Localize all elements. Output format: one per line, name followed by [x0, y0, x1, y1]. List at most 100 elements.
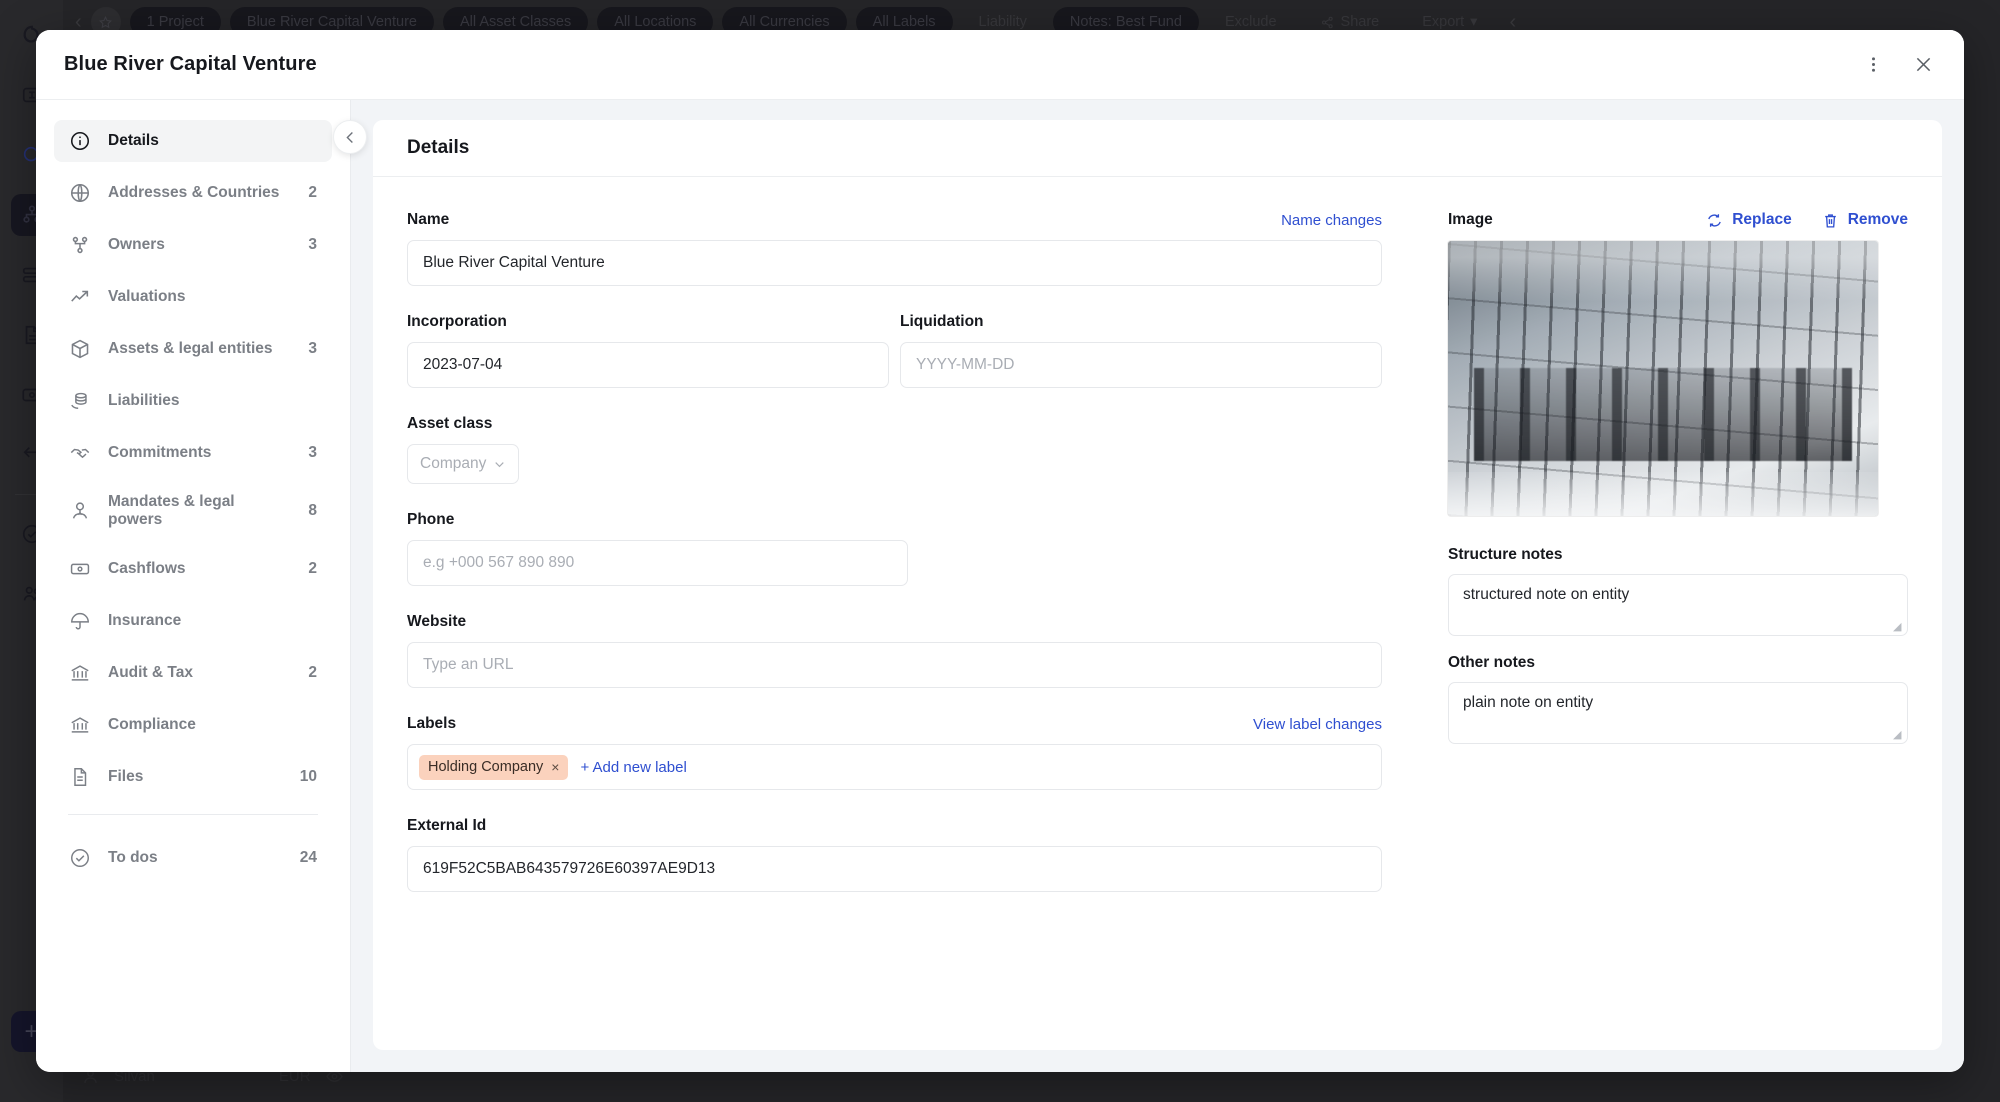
view-label-changes-link[interactable]: View label changes — [1253, 716, 1382, 733]
form-left-column: Name Name changes Blue River Capital Ven… — [407, 211, 1382, 919]
sidebar-item-label: Mandates & legal powers — [108, 492, 235, 528]
sidebar-item-to-dos[interactable]: To dos 24 — [54, 837, 332, 879]
liquidation-input[interactable]: YYYY-MM-DD — [900, 342, 1382, 388]
other-notes-group: Other notes plain note on entity ◢ — [1448, 654, 1908, 744]
sidebar-item-owners[interactable]: Owners 3 — [54, 224, 332, 266]
sidebar-item-assets-legal-entities[interactable]: Assets & legal entities 3 — [54, 328, 332, 370]
remove-image-label: Remove — [1847, 211, 1908, 228]
sidebar-item-files[interactable]: Files 10 — [54, 756, 332, 798]
structure-notes-label: Structure notes — [1448, 546, 1563, 563]
asset-class-value: Company — [420, 455, 487, 472]
website-input[interactable]: Type an URL — [407, 642, 1382, 688]
sidebar-item-count: 8 — [308, 502, 317, 519]
trend-up-icon — [68, 286, 91, 309]
sidebar-item-addresses-countries[interactable]: Addresses & Countries 2 — [54, 172, 332, 214]
asset-class-select[interactable]: Company — [407, 444, 520, 484]
hierarchy-icon — [68, 234, 91, 257]
other-notes-textarea[interactable]: plain note on entity ◢ — [1448, 682, 1908, 744]
handshake-icon — [68, 442, 91, 465]
incorporation-field-group: Incorporation 2023-07-04 — [407, 313, 889, 388]
modal-body: Details Addresses & Countries 2 Owners 3 — [36, 100, 1964, 1072]
sidebar-item-count: 2 — [308, 184, 317, 201]
asset-class-label: Asset class — [407, 415, 493, 432]
incorporation-label: Incorporation — [407, 313, 507, 330]
phone-field-group: Phone e.g +000 567 890 890 — [407, 511, 1382, 586]
external-id-input[interactable]: 619F52C5BAB643579726E60397AE9D13 — [407, 846, 1382, 892]
replace-image-label: Replace — [1732, 211, 1792, 228]
sidebar-item-label: Details — [108, 131, 159, 149]
remove-image-button[interactable]: Remove — [1822, 211, 1908, 229]
sidebar-item-label: Liabilities — [108, 391, 180, 409]
asset-class-field-group: Asset class Company — [407, 415, 1382, 484]
sidebar-item-insurance[interactable]: Insurance — [54, 600, 332, 642]
details-panel: Details Name Name changes Blue River Cap… — [373, 120, 1942, 1050]
trash-icon — [1824, 213, 1836, 228]
page-title: Details — [407, 137, 470, 158]
sidebar-item-count: 2 — [308, 560, 317, 577]
sidebar-item-compliance[interactable]: Compliance — [54, 704, 332, 746]
refresh-icon — [1708, 213, 1722, 227]
labels-field-group: Labels View label changes Holding Compan… — [407, 715, 1382, 790]
structure-notes-textarea[interactable]: structured note on entity ◢ — [1448, 574, 1908, 636]
resize-grip-icon[interactable]: ◢ — [1893, 730, 1904, 741]
name-field-group: Name Name changes Blue River Capital Ven… — [407, 211, 1382, 286]
image-section-header: Image Replace Remove — [1448, 211, 1908, 229]
website-field-group: Website Type an URL — [407, 613, 1382, 688]
modal-title: Blue River Capital Venture — [64, 53, 317, 75]
sidebar-item-label: Insurance — [108, 611, 182, 629]
add-new-label-button[interactable]: + Add new label — [580, 759, 686, 776]
banknote-icon — [68, 558, 91, 581]
umbrella-icon — [68, 610, 91, 633]
sidebar-item-label: Files — [108, 767, 144, 785]
resize-grip-icon[interactable]: ◢ — [1893, 622, 1904, 633]
info-icon — [68, 130, 91, 153]
dates-row: Incorporation 2023-07-04 Liquidation YYY… — [407, 313, 1382, 388]
entity-image — [1448, 241, 1878, 516]
bank-icon — [68, 662, 91, 685]
sidebar-item-count: 3 — [308, 236, 317, 253]
close-icon[interactable] — [1908, 50, 1938, 80]
more-options-icon[interactable] — [1858, 50, 1888, 80]
sidebar-item-label: Addresses & Countries — [108, 183, 280, 201]
sidebar-item-cashflows[interactable]: Cashflows 2 — [54, 548, 332, 590]
label-tag-text: Holding Company — [428, 758, 544, 775]
sidebar-item-count: 24 — [299, 849, 317, 866]
modal-header: Blue River Capital Venture — [36, 30, 1964, 100]
box-icon — [68, 338, 91, 361]
sidebar-item-audit-tax[interactable]: Audit & Tax 2 — [54, 652, 332, 694]
external-id-label: External Id — [407, 817, 487, 834]
sidebar-item-commitments[interactable]: Commitments 3 — [54, 432, 332, 474]
structure-notes-group: Structure notes structured note on entit… — [1448, 546, 1908, 636]
name-changes-link[interactable]: Name changes — [1281, 212, 1382, 229]
sidebar-collapse-button[interactable] — [333, 120, 367, 154]
globe-icon — [68, 182, 91, 205]
incorporation-input[interactable]: 2023-07-04 — [407, 342, 889, 388]
sidebar-item-label: Owners — [108, 235, 165, 253]
image-actions: Replace Remove — [1706, 211, 1908, 229]
liquidation-field-group: Liquidation YYYY-MM-DD — [900, 313, 1382, 388]
sidebar-item-count: 10 — [299, 768, 317, 785]
details-form: Name Name changes Blue River Capital Ven… — [373, 177, 1942, 919]
other-notes-value: plain note on entity — [1463, 694, 1594, 711]
liquidation-label: Liquidation — [900, 313, 984, 330]
name-field-header: Name Name changes — [407, 211, 1382, 229]
sidebar-item-valuations[interactable]: Valuations — [54, 276, 332, 318]
image-label: Image — [1448, 211, 1493, 228]
remove-label-icon[interactable]: × — [551, 759, 559, 775]
labels-input[interactable]: Holding Company × + Add new label — [407, 744, 1382, 790]
sidebar-item-mandates-legal-powers[interactable]: Mandates & legal powers 8 — [54, 484, 332, 538]
sidebar-item-label: Cashflows — [108, 559, 186, 577]
file-icon — [68, 766, 91, 789]
entity-sidebar: Details Addresses & Countries 2 Owners 3 — [36, 100, 367, 1072]
phone-label: Phone — [407, 511, 455, 528]
sidebar-divider — [68, 814, 318, 815]
labels-field-header: Labels View label changes — [407, 715, 1382, 733]
sidebar-item-label: Commitments — [108, 443, 212, 461]
content-area: Details Name Name changes Blue River Cap… — [351, 100, 1964, 1072]
sidebar-item-liabilities[interactable]: Liabilities — [54, 380, 332, 422]
sidebar-item-details[interactable]: Details — [54, 120, 332, 162]
phone-input[interactable]: e.g +000 567 890 890 — [407, 540, 908, 586]
label-tag[interactable]: Holding Company × — [419, 754, 569, 780]
name-input[interactable]: Blue River Capital Venture — [407, 240, 1382, 286]
replace-image-button[interactable]: Replace — [1706, 211, 1792, 229]
